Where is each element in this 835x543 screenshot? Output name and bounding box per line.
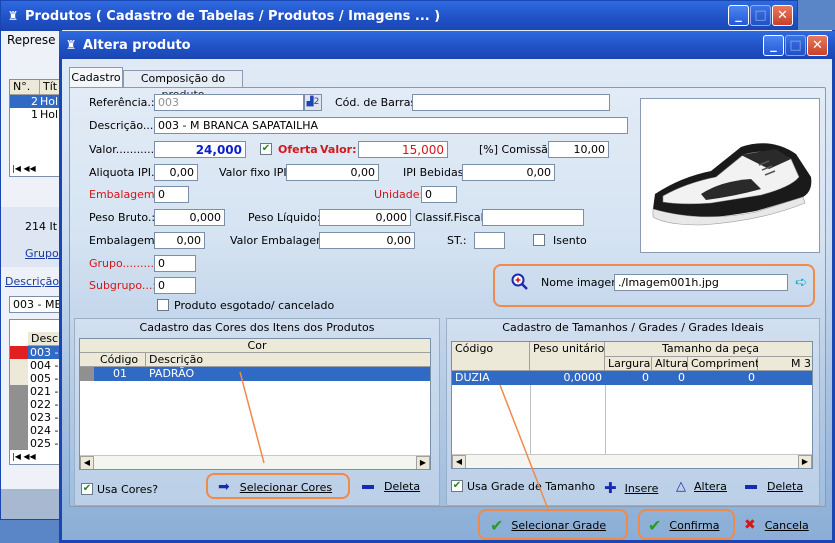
annotation-lines — [239, 371, 549, 510]
